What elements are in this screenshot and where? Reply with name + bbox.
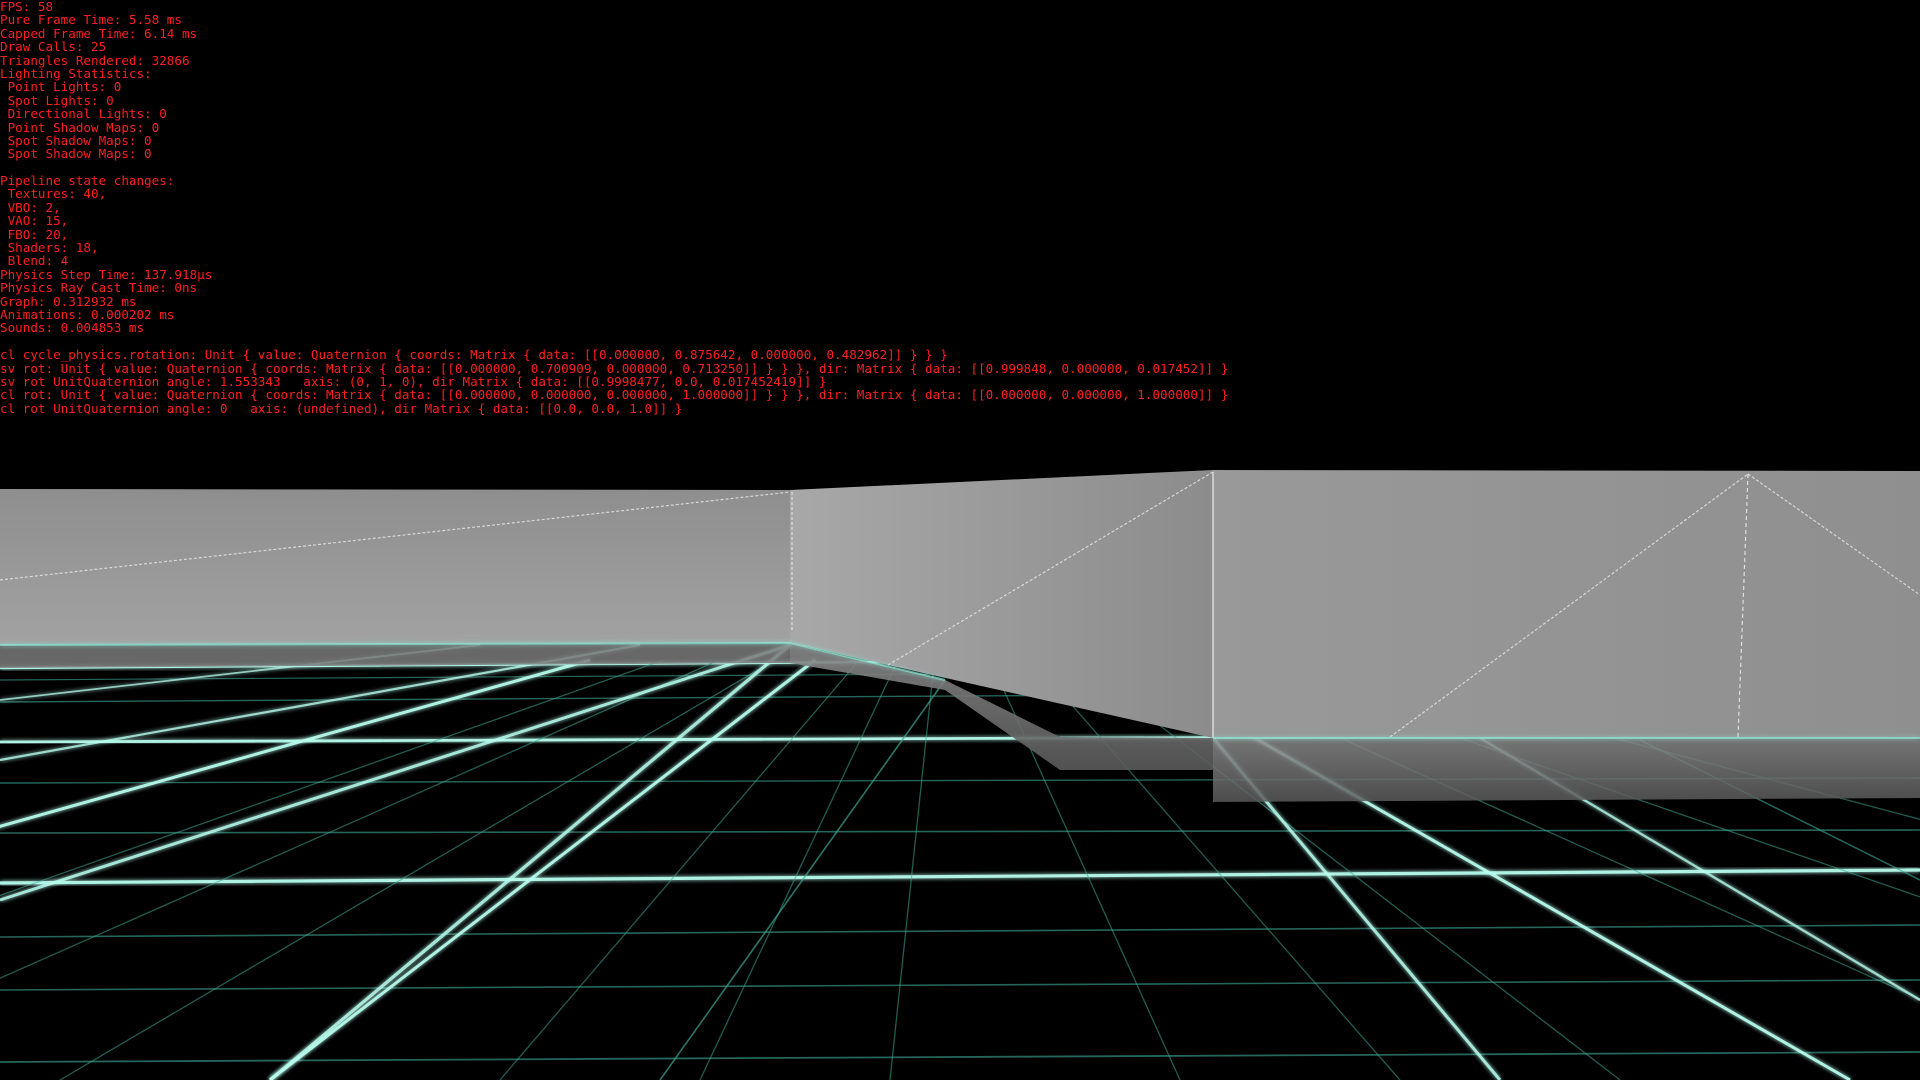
floor-grid-line-horizontal <box>0 979 1920 991</box>
floor-grid-line-converging <box>889 659 936 1080</box>
floor-grid-line-converging <box>269 658 817 1080</box>
wall-left-segment <box>0 489 790 645</box>
floor-grid-line-converging <box>0 659 664 897</box>
floor-grid-line-converging <box>59 659 776 1080</box>
wall-middle-segment <box>790 470 1213 738</box>
floor-grid-line-horizontal <box>0 829 1920 834</box>
floor-grid-line-horizontal <box>0 1051 1920 1063</box>
floor-grid-line-converging <box>499 659 860 1080</box>
game-viewport[interactable]: FPS: 58 Pure Frame Time: 5.58 ms Capped Fr… <box>0 0 1920 1080</box>
floor-grid-line-horizontal <box>0 868 1920 885</box>
wall-right-segment <box>1213 470 1920 738</box>
floor-grid-line-converging <box>0 659 720 979</box>
floor-grid-line-converging <box>699 659 899 1080</box>
scene-3d-view <box>0 470 1920 1080</box>
arena-walls <box>0 470 1920 802</box>
floor-grid-line-horizontal <box>0 924 1920 938</box>
floor-grid-line-diagonal <box>268 643 792 1080</box>
wall-base-right <box>1213 738 1920 802</box>
